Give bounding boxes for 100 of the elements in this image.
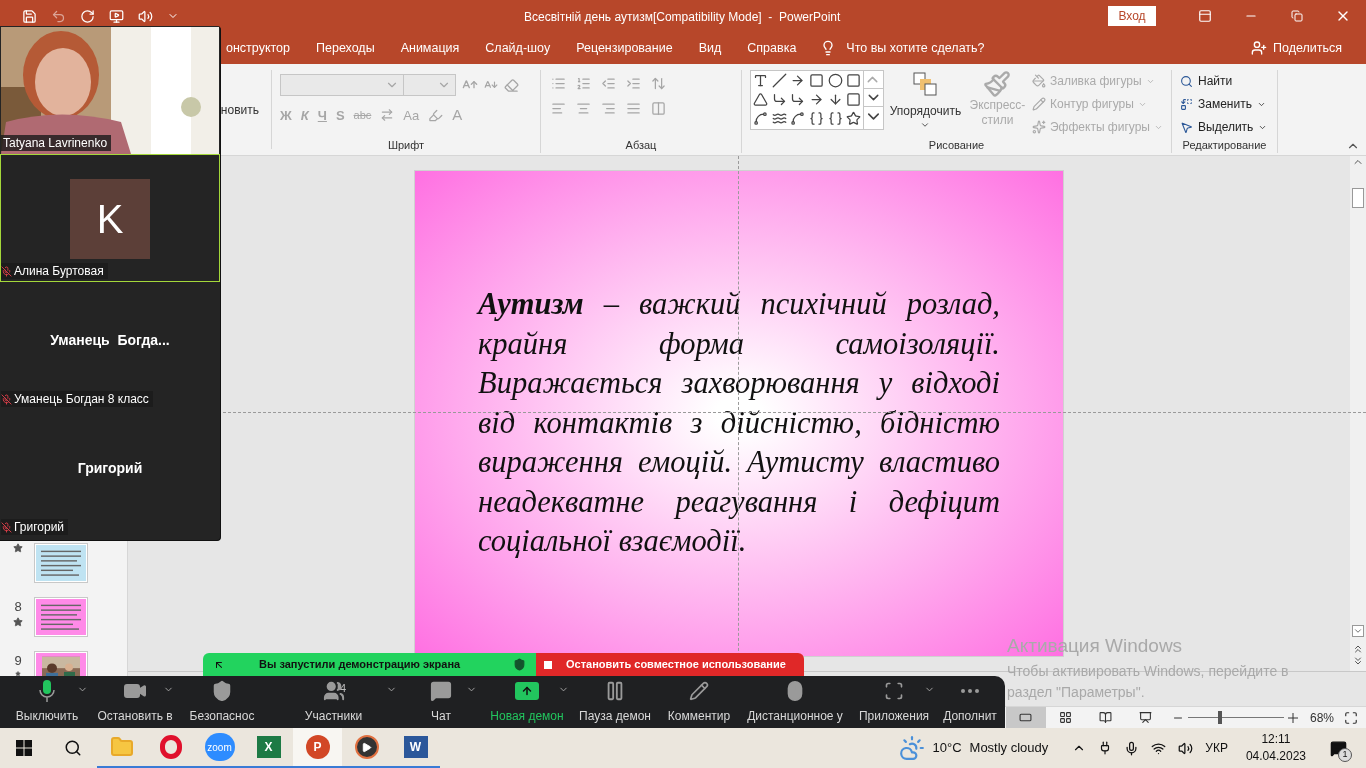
elbow-arrow-icon[interactable]: [790, 92, 806, 107]
ribbon-tab[interactable]: Рецензирование: [576, 32, 673, 64]
arrange-icon: [911, 70, 940, 98]
toolbar-button[interactable]: Дистанционное у: [741, 676, 849, 728]
group-label: Рисование: [927, 138, 986, 153]
ribbon-tab[interactable]: Справка: [747, 32, 797, 64]
editing-command-button[interactable]: Выделить: [1180, 118, 1269, 136]
weather-icon[interactable]: [898, 735, 925, 761]
sign-in-button[interactable]: Вход: [1108, 6, 1156, 26]
notification-count: 1: [1338, 748, 1352, 762]
rectangle-icon[interactable]: [809, 73, 824, 88]
animation-star-icon: [13, 616, 23, 627]
zoom-in-icon[interactable]: [1287, 712, 1298, 723]
slide-number: 9: [14, 652, 22, 670]
replace-icon: [1180, 97, 1193, 111]
ribbon-tab[interactable]: Переходы: [316, 32, 375, 64]
microphone-icon[interactable]: [1124, 740, 1140, 756]
scroll-thumb[interactable]: [1352, 188, 1364, 208]
block-arrow-right-icon[interactable]: [809, 92, 824, 107]
toolbar-button[interactable]: Комментир: [657, 676, 741, 728]
powerpoint-icon: P: [305, 735, 330, 759]
reading-view-icon[interactable]: [1099, 711, 1113, 724]
participant-tile[interactable]: Уманець Богда... Уманець Богдан 8 класс: [0, 282, 220, 410]
editing-command-button[interactable]: Найти: [1180, 72, 1269, 90]
toolbar-button[interactable]: Остановить в: [92, 676, 178, 728]
toolbar-button[interactable]: Выключить: [2, 676, 92, 728]
more-icon: [961, 689, 979, 693]
toolbar-button[interactable]: Приложения: [849, 676, 939, 728]
participant-name: Алина Буртовая: [14, 263, 104, 280]
tell-me-field[interactable]: Что вы хотите сделать?: [846, 38, 985, 58]
participant-name: Tatyana Lavrinenko: [3, 135, 108, 152]
toolbar-button[interactable]: Чат: [401, 676, 481, 728]
triangle-icon[interactable]: [753, 92, 768, 107]
normal-view-button[interactable]: [1005, 706, 1046, 729]
participant-tile[interactable]: K Алина Буртовая: [0, 154, 220, 282]
share-button[interactable]: Поделиться: [1250, 38, 1342, 58]
opera-icon: [159, 735, 182, 759]
zoom-app-icon: zoom: [204, 733, 235, 761]
star-icon[interactable]: [846, 111, 862, 126]
wifi-icon[interactable]: [1151, 740, 1167, 756]
people-icon: [322, 680, 345, 702]
right-brace-icon[interactable]: [827, 111, 843, 126]
stop-share-button[interactable]: Остановить совместное использование: [536, 653, 804, 676]
toolbar-button[interactable]: Новая демон: [481, 676, 573, 728]
redo-icon[interactable]: [80, 8, 95, 24]
language-indicator[interactable]: УКР: [1205, 739, 1228, 757]
ribbon-tab[interactable]: Слайд-шоу: [485, 32, 551, 64]
search-icon[interactable]: [63, 739, 82, 757]
fit-slide-icon[interactable]: [1344, 710, 1358, 725]
scroll-down-icon[interactable]: [864, 88, 883, 107]
animation-star-icon: [13, 543, 23, 553]
slide-sorter-icon[interactable]: [1059, 711, 1073, 724]
shape-gallery[interactable]: [750, 70, 884, 130]
block-arrow-down-icon[interactable]: [827, 92, 843, 107]
slide-text: Аутизм – важкий психічний розлад, крайня форма самоізоляції. Виражається захворювання у відході від контактів з дійсністю, бідністю вираження емоцій. Аутисту властиво неадекватне реагування і дефіцит соціальної взаємодії.: [478, 286, 1000, 560]
stop-square-icon: [544, 660, 552, 669]
notification-button[interactable]: 1: [1316, 728, 1360, 768]
word-icon: W: [403, 736, 428, 758]
ribbon-tab[interactable]: Вид: [698, 32, 722, 64]
arrow-icon[interactable]: [790, 73, 806, 88]
editing-command-button[interactable]: Заменить: [1180, 95, 1269, 113]
slideshow-view-icon[interactable]: [1139, 711, 1153, 724]
brush-icon: [983, 70, 1012, 98]
next-slide-icon[interactable]: [1352, 655, 1364, 667]
restore-fragment[interactable]: новить: [220, 100, 259, 119]
clock[interactable]: 12:11 04.04.2023: [1245, 731, 1306, 765]
restore-icon: [1291, 10, 1303, 22]
excel-icon: X: [256, 736, 281, 758]
zoom-percent[interactable]: 68%: [1309, 708, 1334, 727]
participant-tile[interactable]: Григорий Григорий: [0, 410, 220, 538]
oval-icon[interactable]: [827, 73, 843, 88]
toolbar-button[interactable]: Безопаснос: [178, 676, 266, 728]
ribbon-tab[interactable]: Анимация: [400, 32, 460, 64]
participant-tile[interactable]: Tatyana Lavrinenko: [0, 26, 220, 154]
save-icon[interactable]: [22, 8, 37, 24]
toolbar-button[interactable]: Пауза демон: [573, 676, 657, 728]
taskbar-app[interactable]: P: [293, 728, 342, 768]
pencil-icon: [689, 681, 709, 701]
vertical-scrollbar[interactable]: [1350, 156, 1366, 671]
text-box-icon[interactable]: [753, 73, 768, 88]
weather-text[interactable]: Mostly cloudy: [969, 738, 1049, 758]
previous-slide-icon[interactable]: [1352, 643, 1364, 655]
slideshow-icon[interactable]: [109, 8, 124, 24]
speaker-icon[interactable]: [1178, 740, 1194, 756]
line-icon[interactable]: [771, 73, 787, 88]
left-brace-icon[interactable]: [809, 111, 824, 126]
toolbar-button[interactable]: Дополнит: [939, 676, 1001, 728]
paint-bucket-icon: [1031, 74, 1046, 88]
zoom-slider-thumb[interactable]: [1217, 711, 1222, 724]
activation-text: Чтобы активировать Windows, перейдите в раздел "Параметры".: [1007, 661, 1290, 702]
ribbon-tab[interactable]: онструктор: [226, 32, 290, 64]
shield-icon: [211, 680, 233, 702]
cursor-icon: [1180, 120, 1193, 134]
weather-temperature[interactable]: 10°C: [932, 738, 962, 758]
participant-count: 4: [340, 681, 347, 696]
participant-display-name: Григорий: [77, 458, 143, 478]
participant-name: Григорий: [14, 519, 65, 536]
toolbar-button[interactable]: Участники 4: [266, 676, 401, 728]
arrange-button[interactable]: Упорядочить: [888, 70, 963, 137]
freeform-icon[interactable]: [753, 111, 768, 126]
